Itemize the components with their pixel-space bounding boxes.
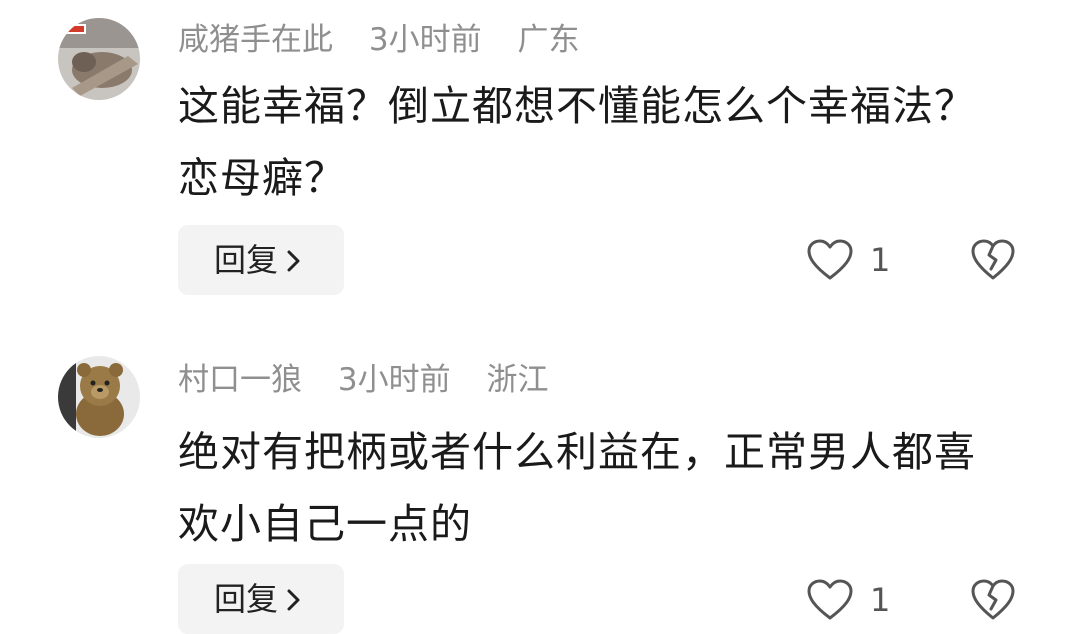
reply-label: 回复 <box>214 580 279 618</box>
comment-text: 这能幸福？倒立都想不懂能怎么个幸福法？恋母癖？ <box>178 82 976 202</box>
heart-outline-icon[interactable] <box>806 578 854 622</box>
reply-button[interactable]: 回复 <box>178 564 344 634</box>
username[interactable]: 村口一狼 <box>178 362 302 398</box>
comment-time: 3小时前 <box>368 22 482 58</box>
cat-photo-avatar-icon <box>58 18 140 100</box>
avatar[interactable] <box>58 18 140 100</box>
username[interactable]: 咸猪手在此 <box>178 22 333 58</box>
comment-meta: 咸猪手在此 3小时前 广东 <box>178 18 605 62</box>
comment-meta: 村口一狼 3小时前 浙江 <box>178 358 574 402</box>
like-count: 1 <box>870 241 891 279</box>
broken-heart-icon[interactable] <box>970 578 1016 622</box>
like-count: 1 <box>870 581 891 619</box>
chevron-right-icon <box>286 241 302 279</box>
reply-label: 回复 <box>214 241 279 279</box>
comment-text: 绝对有把柄或者什么利益在，正常男人都喜欢小自己一点的 <box>178 428 976 548</box>
broken-heart-icon[interactable] <box>970 238 1016 282</box>
avatar[interactable] <box>58 356 140 438</box>
comment-location: 浙江 <box>486 362 549 398</box>
comment-location: 广东 <box>517 22 580 58</box>
heart-outline-icon[interactable] <box>806 238 854 282</box>
chevron-right-icon <box>286 580 302 618</box>
reply-button[interactable]: 回复 <box>178 225 344 295</box>
comment-time: 3小时前 <box>337 362 451 398</box>
teddy-bear-avatar-icon <box>58 356 140 438</box>
